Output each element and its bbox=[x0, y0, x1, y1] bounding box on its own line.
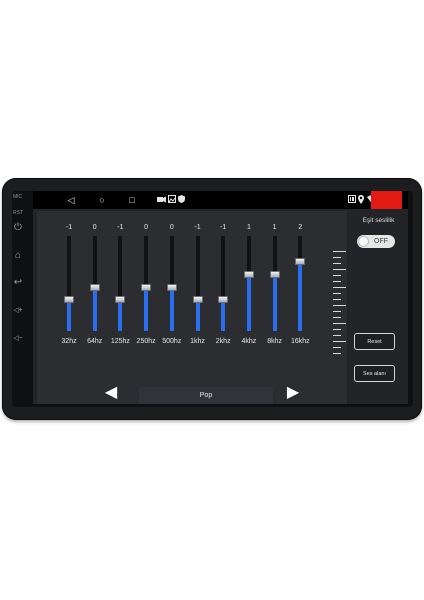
home-icon[interactable]: ⌂ bbox=[11, 250, 25, 262]
band-value: -1 bbox=[194, 224, 201, 231]
band-slider[interactable] bbox=[218, 236, 229, 331]
camera-icon bbox=[157, 196, 166, 203]
band-slider-handle[interactable] bbox=[243, 271, 254, 278]
nav-recents-icon[interactable]: □ bbox=[126, 194, 138, 206]
nav-back-icon[interactable]: ◁ bbox=[65, 194, 77, 206]
band-label: 16khz bbox=[290, 338, 310, 345]
back-icon[interactable]: ↩ bbox=[11, 277, 25, 289]
band-slider[interactable] bbox=[141, 236, 152, 331]
cast-icon bbox=[348, 195, 356, 203]
eq-band-2khz: -1 2khz bbox=[211, 211, 235, 351]
next-preset-button[interactable]: ▶ bbox=[283, 385, 303, 401]
band-slider-handle[interactable] bbox=[218, 296, 229, 303]
band-slider[interactable] bbox=[295, 236, 306, 331]
band-slider-handle[interactable] bbox=[64, 296, 74, 303]
band-fill bbox=[272, 274, 277, 331]
band-value: -1 bbox=[65, 224, 73, 231]
band-fill bbox=[67, 299, 71, 331]
band-fill bbox=[118, 299, 123, 331]
screen: ◁ ○ □ -1 32hz 0 64hz -1 125hz 0 250hz 0 500hz -1 1k… bbox=[33, 191, 408, 404]
eq-band-125hz: -1 125hz bbox=[108, 211, 132, 351]
status-bar: ◁ ○ □ bbox=[33, 191, 408, 209]
loudness-title: Eşit seslilik bbox=[362, 217, 395, 224]
band-slider[interactable] bbox=[269, 236, 280, 331]
band-value: -1 bbox=[117, 224, 124, 231]
band-slider[interactable] bbox=[89, 236, 100, 331]
band-fill bbox=[144, 287, 149, 331]
gallery-icon bbox=[168, 195, 176, 203]
band-slider[interactable] bbox=[192, 236, 203, 331]
scale-tick bbox=[333, 257, 341, 258]
scale-tick bbox=[333, 341, 346, 342]
scale-tick bbox=[333, 317, 341, 318]
scale-tick bbox=[333, 299, 341, 300]
eq-band-16khz: 2 16khz bbox=[288, 211, 312, 351]
band-fill bbox=[169, 287, 174, 331]
scale-tick bbox=[333, 293, 341, 294]
scale-tick bbox=[333, 335, 341, 336]
toggle-label: OFF bbox=[374, 238, 388, 245]
loudness-toggle[interactable]: OFF bbox=[357, 235, 395, 248]
rst-label: RST bbox=[13, 210, 23, 216]
scale-tick bbox=[333, 329, 341, 330]
scale-tick bbox=[333, 281, 341, 282]
volume-up-icon[interactable]: ◁+ bbox=[11, 305, 25, 317]
prev-preset-button[interactable]: ◀ bbox=[101, 385, 121, 401]
band-slider-handle[interactable] bbox=[295, 258, 306, 265]
eq-band-250hz: 0 250hz bbox=[134, 211, 158, 351]
scale-tick bbox=[333, 251, 346, 252]
equalizer-panel: -1 32hz 0 64hz -1 125hz 0 250hz 0 500hz -1 1khz -1 2k… bbox=[37, 211, 347, 404]
band-slider-handle[interactable] bbox=[269, 271, 280, 278]
scale-tick bbox=[333, 347, 341, 348]
band-fill bbox=[92, 287, 97, 331]
band-slider-handle[interactable] bbox=[166, 284, 177, 291]
band-value: 0 bbox=[169, 224, 174, 231]
scale-tick bbox=[333, 269, 346, 270]
power-icon[interactable]: ⏻ bbox=[11, 222, 25, 234]
band-value: -1 bbox=[220, 224, 227, 231]
scale-tick bbox=[333, 287, 346, 288]
band-slider-handle[interactable] bbox=[115, 296, 126, 303]
eq-band-500hz: 0 500hz bbox=[160, 211, 184, 351]
location-icon bbox=[358, 195, 364, 204]
scale-tick bbox=[333, 305, 346, 306]
band-slider[interactable] bbox=[243, 236, 254, 331]
band-value: 2 bbox=[298, 224, 303, 231]
band-slider-handle[interactable] bbox=[192, 296, 203, 303]
eq-band-32hz: -1 32hz bbox=[57, 211, 81, 351]
mic-label: MIC bbox=[13, 194, 23, 200]
band-slider[interactable] bbox=[64, 236, 74, 331]
band-slider-handle[interactable] bbox=[89, 284, 100, 291]
scale-tick bbox=[333, 353, 341, 354]
status-accent bbox=[371, 191, 402, 209]
side-panel: Eşit seslilik OFF Reset Ses alanı bbox=[349, 211, 408, 404]
scale-tick bbox=[333, 323, 346, 324]
preset-name[interactable]: Pop bbox=[139, 387, 273, 404]
eq-band-4khz: 1 4khz bbox=[237, 211, 261, 351]
scale-tick bbox=[333, 275, 341, 276]
eq-band-8khz: 1 8khz bbox=[263, 211, 287, 351]
scale-tick bbox=[333, 263, 341, 264]
level-scale bbox=[333, 251, 347, 361]
toggle-knob bbox=[358, 236, 369, 247]
band-value: 0 bbox=[144, 224, 149, 231]
band-value: 1 bbox=[246, 224, 251, 231]
band-fill bbox=[246, 274, 251, 331]
eq-band-1khz: -1 1khz bbox=[186, 211, 210, 351]
nav-home-icon[interactable]: ○ bbox=[96, 194, 108, 206]
band-fill bbox=[195, 299, 200, 331]
reset-button[interactable]: Reset bbox=[354, 333, 395, 350]
sound-field-button[interactable]: Ses alanı bbox=[354, 365, 395, 382]
scale-tick bbox=[333, 311, 341, 312]
band-value: 0 bbox=[92, 224, 97, 231]
shield-icon bbox=[178, 195, 185, 203]
band-value: 1 bbox=[272, 224, 277, 231]
band-slider[interactable] bbox=[115, 236, 126, 331]
band-fill bbox=[221, 299, 226, 331]
band-slider[interactable] bbox=[166, 236, 177, 331]
eq-band-64hz: 0 64hz bbox=[83, 211, 107, 351]
band-fill bbox=[298, 261, 303, 331]
volume-down-icon[interactable]: ◁− bbox=[11, 333, 25, 345]
band-slider-handle[interactable] bbox=[141, 284, 152, 291]
